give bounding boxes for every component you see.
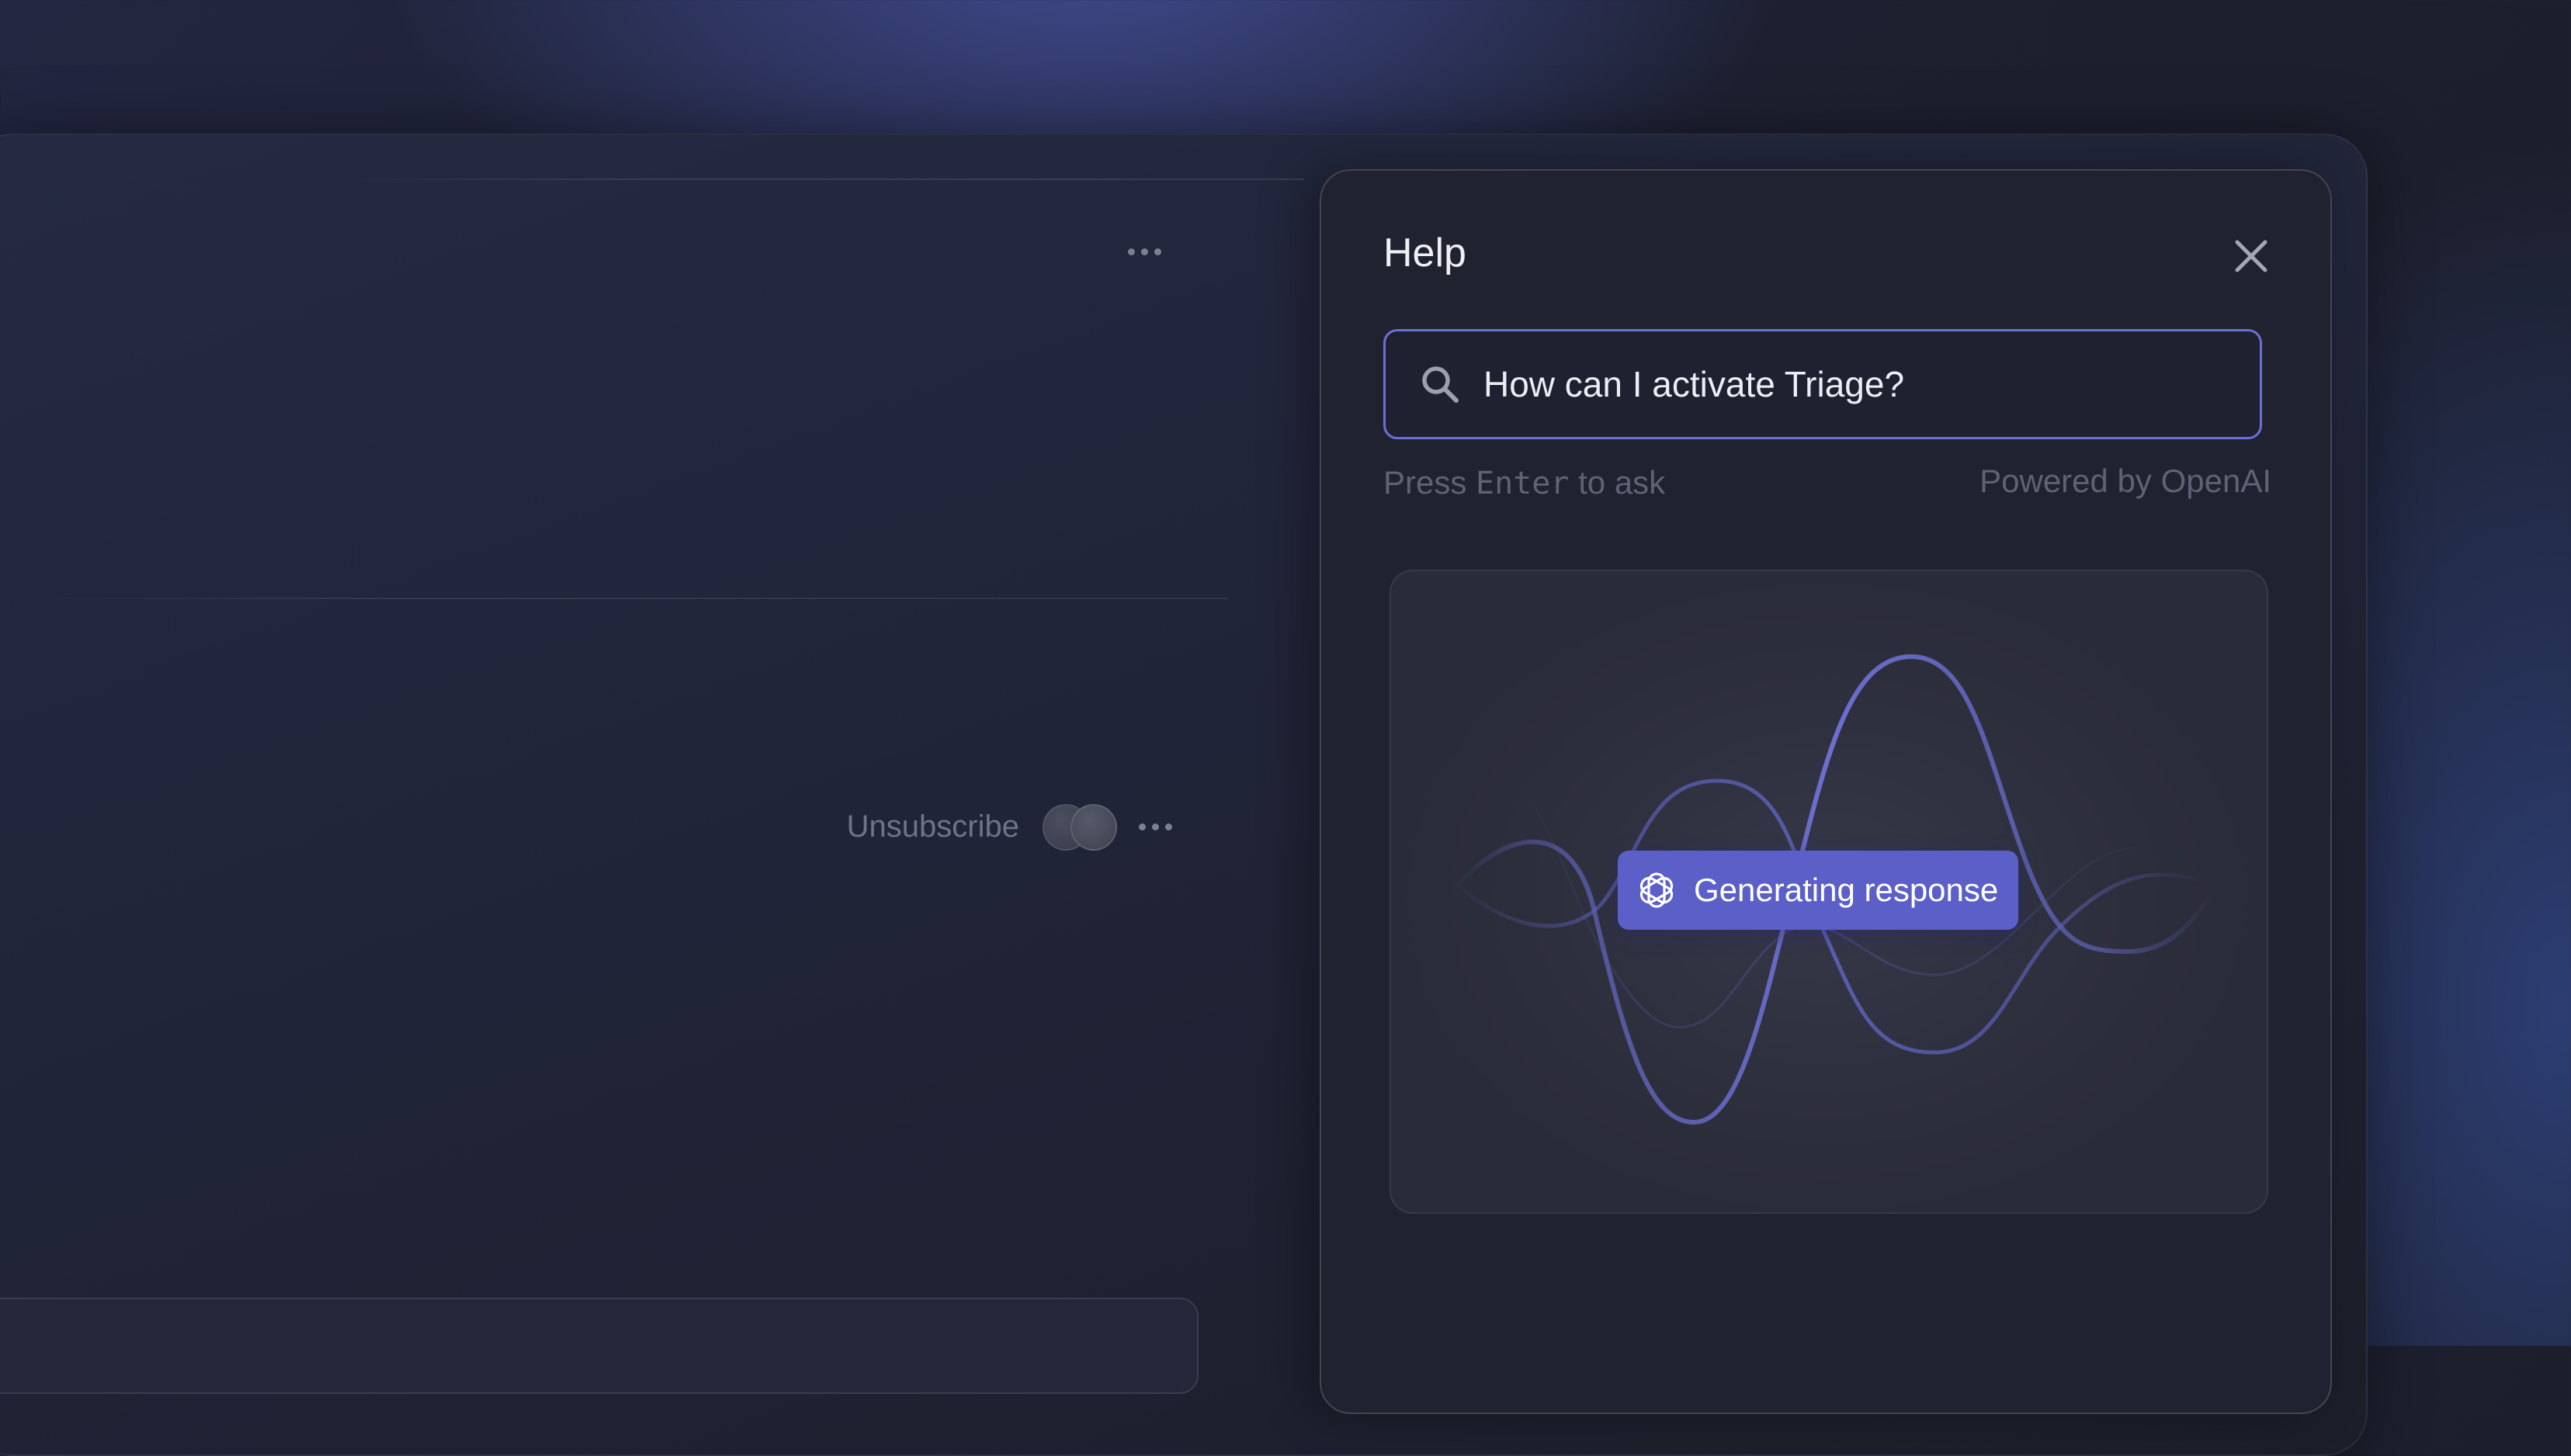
help-search-input[interactable]	[1482, 331, 2260, 438]
more-options-button[interactable]	[1121, 236, 1168, 267]
enter-hint: Press Enter to ask	[1383, 464, 1665, 501]
help-panel: Help Press Enter to ask Powered by OpenA…	[1320, 169, 2332, 1414]
subscriber-avatars[interactable]	[1043, 804, 1117, 851]
help-title: Help	[1383, 231, 1466, 276]
comment-box[interactable]	[0, 1298, 1199, 1394]
close-button[interactable]	[2226, 231, 2276, 281]
close-icon	[2235, 240, 2267, 272]
avatar	[1070, 804, 1117, 851]
section-divider	[31, 598, 1228, 599]
powered-by-label: Powered by OpenAI	[1979, 463, 2271, 499]
help-search-box[interactable]	[1383, 329, 2262, 439]
unsubscribe-button[interactable]: Unsubscribe	[847, 809, 1019, 844]
generating-response-badge: Generating response	[1618, 851, 2019, 930]
openai-logo-icon	[1635, 868, 1678, 912]
more-horizontal-icon[interactable]	[1139, 823, 1172, 830]
header-divider	[342, 179, 1304, 180]
hint-suffix: to ask	[1569, 464, 1666, 501]
hint-prefix: Press	[1383, 464, 1476, 501]
more-horizontal-icon	[1127, 248, 1161, 255]
issue-actions-row: Unsubscribe	[847, 804, 1172, 851]
generating-response-label: Generating response	[1694, 872, 1999, 908]
enter-key: Enter	[1476, 466, 1570, 501]
search-icon	[1415, 359, 1465, 409]
answer-card: Generating response	[1390, 570, 2268, 1214]
